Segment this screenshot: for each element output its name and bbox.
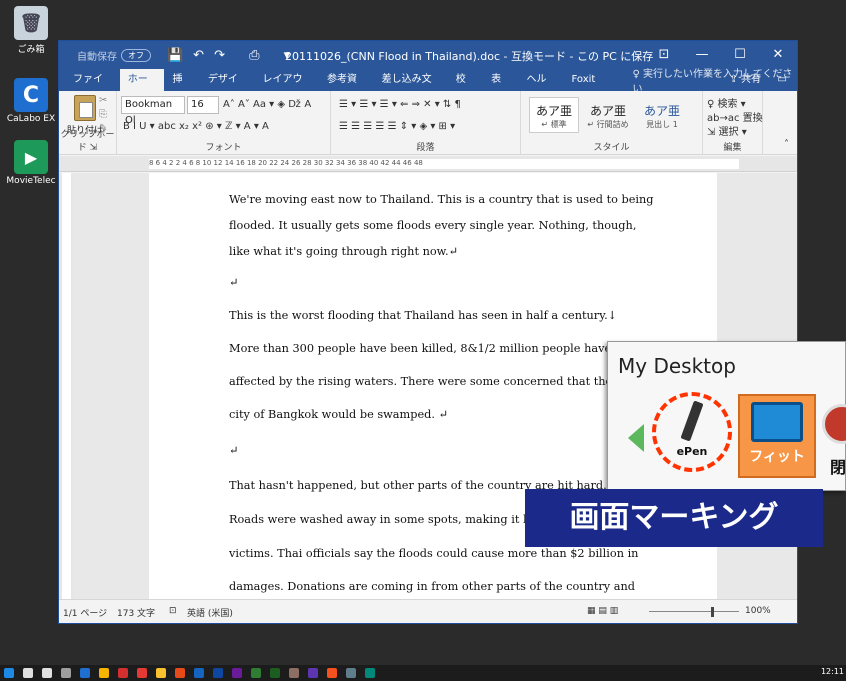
- paragraph-row-top[interactable]: ☰ ▾ ☰ ▾ ☰ ▾ ⇐ ⇒ ✕ ▾ ⇅ ¶: [339, 99, 461, 110]
- doc-line: ↵: [229, 444, 239, 457]
- zoom-slider[interactable]: [649, 611, 739, 612]
- tab-insert[interactable]: 挿入: [164, 69, 199, 107]
- epen-button[interactable]: ePen: [652, 392, 732, 472]
- page-count[interactable]: 1/1 ページ: [63, 606, 107, 619]
- taskbar-app-icon[interactable]: [270, 668, 280, 678]
- desktop-icon-recycle-bin[interactable]: 🗑 ごみ箱: [6, 6, 56, 55]
- tab-review[interactable]: 校閲: [448, 69, 483, 107]
- collapse-ribbon-icon[interactable]: ˄: [784, 139, 789, 150]
- font-row-bottom[interactable]: B I U ▾ abc x₂ x² ⊛ ▾ ℤ ▾ A ▾ A: [123, 121, 269, 132]
- doc-line: damages. Donations are coming in from ot…: [229, 580, 636, 593]
- taskbar-app-icon[interactable]: [23, 668, 33, 678]
- doc-line: victims. Thai officials say the floods c…: [229, 547, 639, 560]
- quick-access-toolbar[interactable]: 💾↶↷ ⎙ ▾: [167, 48, 300, 63]
- style-normal[interactable]: あア亜 ↵ 標準: [529, 97, 579, 133]
- screen-marking-banner: 画面マーキング: [525, 489, 823, 547]
- pen-icon: [680, 400, 704, 442]
- taskbar-app-icon[interactable]: [194, 668, 204, 678]
- desktop-icon-calabo[interactable]: C CaLabo EX: [6, 78, 56, 124]
- doc-line: like what it's going through right now.↵: [229, 245, 459, 258]
- calabo-icon: C: [14, 78, 48, 112]
- taskbar-app-icon[interactable]: [289, 668, 299, 678]
- cut-icon[interactable]: ✂: [99, 95, 107, 106]
- doc-line: ↵: [229, 276, 239, 289]
- ribbon-tabs: ファイル ホーム 挿入 デザイン レイアウト 参考資料 差し込み文書 校閲 表示…: [59, 69, 797, 107]
- recycle-bin-icon: 🗑: [14, 6, 48, 40]
- tab-references[interactable]: 参考資料: [319, 69, 374, 107]
- find-button[interactable]: ♀ 検索 ▾: [707, 95, 746, 110]
- taskbar-app-icon[interactable]: [308, 668, 318, 678]
- document-title: 20111026_(CNN Flood in Thailand).doc - 互…: [285, 50, 654, 63]
- tab-layout[interactable]: レイアウト: [255, 69, 319, 107]
- doc-line: affected by the rising waters. There wer…: [229, 375, 655, 388]
- doc-line: More than 300 people have been killed, 8…: [229, 342, 643, 355]
- clock[interactable]: 12:11: [821, 667, 844, 676]
- fit-button[interactable]: フィット: [738, 394, 816, 478]
- editing-group: ♀ 検索 ▾ ab→ac 置換 ⇲ 選択 ▾ 編集: [703, 91, 763, 155]
- word-count[interactable]: 173 文字: [117, 606, 155, 619]
- taskbar-app-icon[interactable]: [232, 668, 242, 678]
- desktop-icon-movietele[interactable]: ▶ MovieTelec: [6, 140, 56, 186]
- status-bar: 1/1 ページ 173 文字 ⊡ 英語 (米国) ▦ ▤ ▥ 100%: [59, 599, 797, 623]
- taskbar-app-icon[interactable]: [61, 668, 71, 678]
- style-heading-1[interactable]: あア亜 見出し 1: [637, 97, 687, 133]
- autosave-label: 自動保存: [77, 51, 117, 63]
- taskbar-app-icon[interactable]: [118, 668, 128, 678]
- close-tool-icon[interactable]: [822, 404, 846, 444]
- ribbon: 貼り付け ✂ ⎘ ✎ クリップボード ⇲ Bookman Ol 16 A˄ A˅…: [59, 91, 797, 155]
- taskbar-app-icon[interactable]: [365, 668, 375, 678]
- taskbar-app-icon[interactable]: [137, 668, 147, 678]
- font-row-top[interactable]: A˄ A˅ Aa ▾ ◈ ǅ A: [223, 99, 311, 110]
- taskbar-app-icon[interactable]: [175, 668, 185, 678]
- horizontal-ruler[interactable]: 8 6 4 2 2 4 6 8 10 12 14 16 18 20 22 24 …: [59, 156, 797, 172]
- language[interactable]: 英語 (米国): [187, 606, 233, 619]
- taskbar-app-icon[interactable]: [80, 668, 90, 678]
- tab-file[interactable]: ファイル: [65, 69, 120, 107]
- taskbar-app-icon[interactable]: [99, 668, 109, 678]
- tab-foxit-pdf[interactable]: Foxit PDF: [564, 69, 625, 107]
- style-no-spacing[interactable]: あア亜 ↵ 行間詰め: [583, 97, 633, 133]
- font-name-select[interactable]: Bookman Ol: [121, 96, 185, 126]
- zoom-slider-thumb[interactable]: [711, 607, 714, 617]
- copy-icon[interactable]: ⎘: [99, 109, 107, 120]
- tab-design[interactable]: デザイン: [200, 69, 255, 107]
- clipboard-icon: [74, 95, 96, 121]
- select-button[interactable]: ⇲ 選択 ▾: [707, 123, 747, 138]
- back-arrow-icon[interactable]: [628, 424, 644, 452]
- comment-icon[interactable]: ▭: [778, 69, 787, 91]
- vertical-ruler[interactable]: [59, 173, 73, 601]
- replace-button[interactable]: ab→ac 置換: [707, 109, 763, 124]
- tab-help[interactable]: ヘルプ: [518, 69, 563, 107]
- taskbar-app-icon[interactable]: [346, 668, 356, 678]
- view-buttons[interactable]: ▦ ▤ ▥: [587, 606, 618, 616]
- taskbar-app-icon[interactable]: [251, 668, 261, 678]
- taskbar-app-icon[interactable]: [213, 668, 223, 678]
- font-size-select[interactable]: 16: [187, 96, 219, 114]
- tab-view[interactable]: 表示: [483, 69, 518, 107]
- tab-mailings[interactable]: 差し込み文書: [374, 69, 448, 107]
- doc-line: We're moving east now to Thailand. This …: [229, 193, 654, 206]
- taskbar-app-icon[interactable]: [156, 668, 166, 678]
- tab-home[interactable]: ホーム: [119, 69, 165, 107]
- clipboard-group: 貼り付け ✂ ⎘ ✎ クリップボード ⇲: [59, 91, 117, 155]
- taskbar-app-icon[interactable]: [4, 668, 14, 678]
- proofing-icon[interactable]: ⊡: [169, 606, 177, 616]
- share-button[interactable]: ⇪ 共有: [729, 69, 761, 91]
- zoom-level[interactable]: 100%: [745, 606, 771, 616]
- taskbar: 12:11: [0, 665, 846, 681]
- movietele-icon: ▶: [14, 140, 48, 174]
- taskbar-app-icon[interactable]: [42, 668, 52, 678]
- doc-line: This is the worst flooding that Thailand…: [229, 309, 618, 322]
- monitor-icon: [751, 402, 803, 442]
- popup-title: My Desktop: [618, 354, 736, 378]
- paragraph-group: ☰ ▾ ☰ ▾ ☰ ▾ ⇐ ⇒ ✕ ▾ ⇅ ¶ ☰ ☰ ☰ ☰ ☰ ⇕ ▾ ◈ …: [331, 91, 521, 155]
- font-group: Bookman Ol 16 A˄ A˅ Aa ▾ ◈ ǅ A B I U ▾ a…: [117, 91, 331, 155]
- taskbar-app-icon[interactable]: [327, 668, 337, 678]
- doc-line: city of Bangkok would be swamped. ↵: [229, 408, 449, 421]
- styles-group: あア亜 ↵ 標準 あア亜 ↵ 行間詰め あア亜 見出し 1 スタイル: [521, 91, 703, 155]
- autosave-toggle[interactable]: オフ: [121, 48, 151, 62]
- doc-line: flooded. It usually gets some floods eve…: [229, 219, 637, 232]
- my-desktop-popup: My Desktop ePen フィット 閉: [607, 341, 846, 491]
- paragraph-row-bottom[interactable]: ☰ ☰ ☰ ☰ ☰ ⇕ ▾ ◈ ▾ ⊞ ▾: [339, 121, 455, 132]
